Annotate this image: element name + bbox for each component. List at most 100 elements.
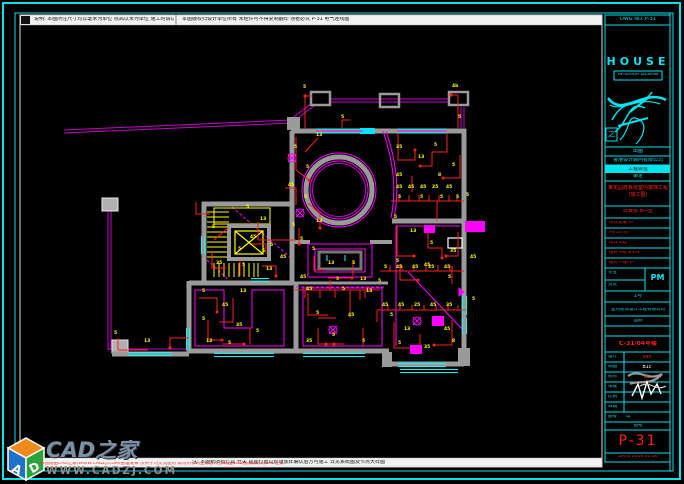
revision-row: 修改 2处 <box>609 241 667 246</box>
circuit-label: 5 <box>396 258 399 264</box>
circuit-label: 5 <box>336 276 339 282</box>
circuit-label: 5 <box>303 84 306 90</box>
circuit-label: 45 <box>430 302 436 308</box>
circuit-label: 13 <box>266 266 272 272</box>
circuit-label: 8 <box>452 338 455 344</box>
figure-label: 图号 <box>606 424 670 429</box>
revision-row: 修改记录 m <box>609 221 667 226</box>
table-label: 设计 <box>608 355 624 360</box>
circuit-label: 13 <box>206 338 212 344</box>
circuit-label: 25 <box>414 302 420 308</box>
circuit-label: 5 <box>378 278 381 284</box>
circuit-label: 13 <box>316 132 322 138</box>
circuit-label: 45 <box>444 326 450 332</box>
circuit-label: 5 <box>304 194 307 200</box>
company-line: 室内装饰设计工程有限公司 <box>606 308 670 313</box>
circuit-label: 45 <box>250 234 256 240</box>
unit-number: 1号 <box>606 294 670 299</box>
table-label: 日期 <box>608 405 624 410</box>
table-label: 制图 <box>608 365 624 370</box>
circuit-label: 5 <box>294 144 297 150</box>
table-label: 校对 <box>608 375 624 380</box>
plan-canvas: 54b5355135458454545254555555135355455545… <box>0 0 684 484</box>
circuit-label: 35 <box>396 144 402 150</box>
revision-row: 增补 4号 B-LH <box>609 251 667 256</box>
circuit-label: 5 <box>256 328 259 334</box>
circuit-label: 45 <box>382 302 388 308</box>
elevator <box>229 226 269 259</box>
circuit-label: 5 <box>448 274 451 280</box>
table-value: B1c <box>626 365 668 370</box>
ceiling-fan-icon <box>296 209 304 217</box>
circuit-label: 5 <box>341 114 344 120</box>
circuit-label: 5 <box>384 264 387 270</box>
date-line: DATE 2008.01.06 <box>606 455 670 460</box>
circuit-label: 45 <box>348 312 354 318</box>
circuit-label: 45 <box>398 302 404 308</box>
titleblock-header: DWG NO. P-31 <box>606 17 670 22</box>
supervise-label: 监制 <box>606 319 670 324</box>
circuit-label: 5 <box>242 262 245 268</box>
circuit-label: 5 <box>472 296 475 302</box>
circuit-label: 13 <box>144 338 150 344</box>
stamp-box: 之 <box>606 131 617 138</box>
circuit-label: 5 <box>312 246 315 252</box>
cad-drawing-sheet: 54b5355135458454545254555555135355455545… <box>0 0 684 484</box>
circuit-label: 5 <box>246 204 249 210</box>
table-label: 审核 <box>608 385 624 390</box>
circuit-label: 45 <box>446 184 452 190</box>
circuit-label: 13 <box>410 228 416 234</box>
circuit-label: 45 <box>412 264 418 270</box>
circuit-label: 5 <box>420 194 423 200</box>
circuit-label: 45 <box>300 274 306 280</box>
circuit-label: 13 <box>316 218 322 224</box>
row-company: 香港设计顾问有限公司 <box>606 158 670 163</box>
circuit-label: 45 <box>408 184 414 190</box>
circuit-label: 25 <box>428 264 434 270</box>
circuit-label: 35 <box>236 322 242 328</box>
circuit-label: 13 <box>240 288 246 294</box>
circuit-label: 13 <box>360 276 366 282</box>
sheet-note-right: 本图版权归设计单位所有 未经许可不得复制翻印 违者必究 P-31 电气连线图 <box>182 17 432 22</box>
circuit-label: 45 <box>444 264 450 270</box>
circuit-label: 35 <box>216 260 222 266</box>
lead-label: 负责 <box>608 283 638 288</box>
circuit-label: 25 <box>432 184 438 190</box>
circuit-label: 5 <box>342 286 345 292</box>
project-name: 某花园样板房室内装饰工程(施工图) <box>608 185 668 205</box>
circuit-label: 5 <box>300 236 303 242</box>
doors <box>448 238 462 248</box>
row-pw: 出图 <box>606 149 670 154</box>
circuit-label: 5 <box>456 194 459 200</box>
circuit-label: 45 <box>420 184 426 190</box>
circuit-label: 45 <box>396 184 402 190</box>
circuit-label: 45 <box>396 172 402 178</box>
circuit-label: 35 <box>306 338 312 344</box>
circuit-label: 45 <box>396 264 402 270</box>
drawing-number: P-31 <box>606 434 670 448</box>
circuit-label: 5 <box>430 240 433 246</box>
circuit-label: 45 <box>306 286 312 292</box>
circuit-label: 5 <box>398 340 401 346</box>
table-label: 图号 <box>608 415 624 420</box>
watermark-url: WWW.CADZJ.COM <box>46 466 176 477</box>
circuit-label: 5 <box>440 194 443 200</box>
walls <box>112 129 466 366</box>
circuit-label: 35 <box>446 302 452 308</box>
circuit-label: 5 <box>270 242 273 248</box>
circuit-label: 5 <box>390 312 393 318</box>
pm-cell: PM <box>645 274 670 282</box>
circuit-label: 5 <box>212 224 215 230</box>
circuit-label: 5 <box>398 194 401 200</box>
circuit-label: 5 <box>238 246 241 252</box>
sheet-note-left: 说明: 本图所注尺寸均以毫米为单位 标高以米为单位 施工时请以现场实际尺寸为准 … <box>34 17 174 22</box>
signoff-bar: 工程会签 <box>606 167 670 172</box>
circuit-label: 5 <box>466 192 469 198</box>
circuit-label: 5 <box>228 340 231 346</box>
circuit-label: 5 <box>306 164 309 170</box>
circuit-label: 5 <box>458 114 461 120</box>
circuit-label: 45 <box>280 254 286 260</box>
circuit-label: 5 <box>332 332 335 338</box>
circuit-label: 5 <box>262 248 265 254</box>
circuit-label: 13 <box>328 260 334 266</box>
